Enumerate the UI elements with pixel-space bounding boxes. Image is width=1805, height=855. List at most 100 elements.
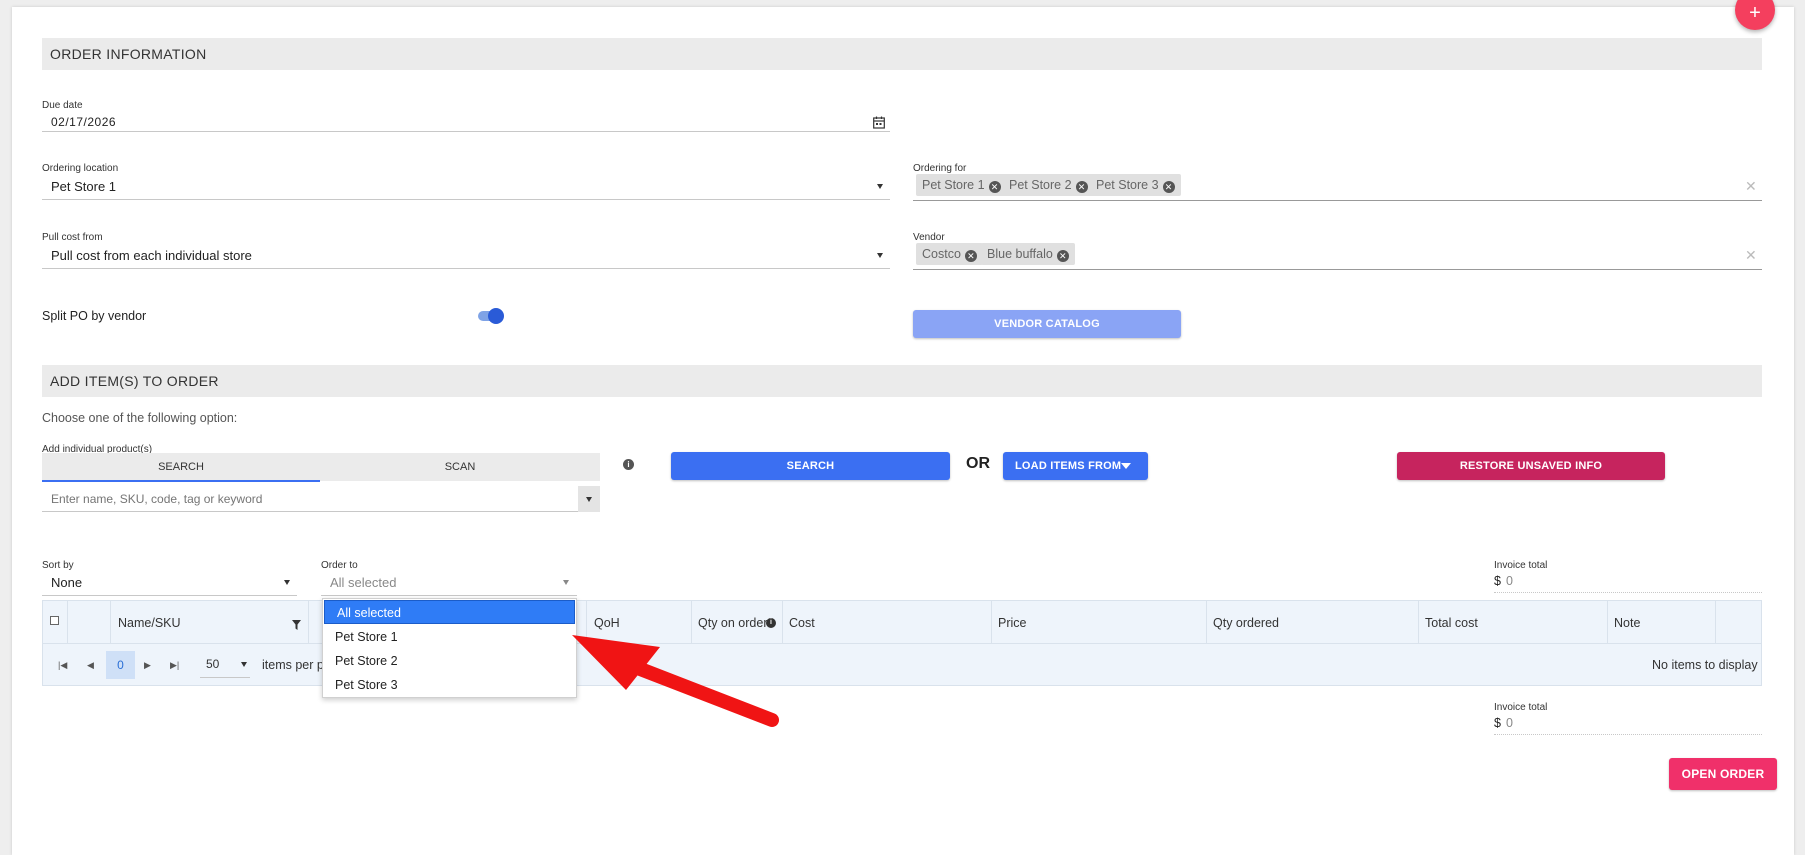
ordering-location-underline bbox=[42, 199, 890, 200]
tab-search-indicator bbox=[42, 480, 320, 482]
prev-page-icon[interactable]: ◀ bbox=[87, 660, 94, 671]
ordering-for-underline bbox=[913, 200, 1762, 201]
order-form-card bbox=[12, 7, 1794, 855]
page-size-underline bbox=[200, 677, 250, 678]
column-header-cost[interactable]: Cost bbox=[789, 616, 815, 630]
chevron-down-icon[interactable] bbox=[563, 580, 569, 585]
sort-by-label: Sort by bbox=[42, 560, 74, 571]
load-items-from-button[interactable]: LOAD ITEMS FROM bbox=[1003, 452, 1148, 480]
add-items-header: ADD ITEM(S) TO ORDER bbox=[42, 365, 1762, 397]
choose-option-text: Choose one of the following option: bbox=[42, 411, 238, 425]
chevron-down-icon[interactable] bbox=[877, 253, 883, 258]
open-order-button[interactable]: OPEN ORDER bbox=[1669, 758, 1777, 790]
dropdown-option-all-selected[interactable]: All selected bbox=[324, 600, 575, 624]
invoice-total-value: 0 bbox=[1506, 574, 1513, 588]
filter-icon[interactable] bbox=[292, 620, 301, 630]
vendor-label: Vendor bbox=[913, 232, 945, 243]
order-to-label: Order to bbox=[321, 560, 358, 571]
split-po-toggle[interactable] bbox=[478, 308, 504, 324]
column-header-price[interactable]: Price bbox=[998, 616, 1026, 630]
column-header-qty-ordered[interactable]: Qty ordered bbox=[1213, 616, 1279, 630]
pull-cost-select[interactable]: Pull cost from each individual store bbox=[51, 248, 252, 263]
invoice-total-currency: $ bbox=[1494, 574, 1501, 588]
order-information-header: ORDER INFORMATION bbox=[42, 38, 1762, 70]
empty-grid-text: No items to display bbox=[1652, 658, 1758, 672]
current-page-button[interactable]: 0 bbox=[106, 651, 135, 679]
next-page-icon[interactable]: ▶ bbox=[144, 660, 151, 671]
page-size-select[interactable]: 50 bbox=[206, 657, 219, 671]
remove-chip-icon[interactable]: ✕ bbox=[1075, 181, 1088, 193]
or-text: OR bbox=[966, 455, 990, 472]
column-divider bbox=[1715, 601, 1716, 643]
dropdown-option-pet-store-1[interactable]: Pet Store 1 bbox=[323, 625, 576, 649]
order-to-dropdown: All selected Pet Store 1 Pet Store 2 Pet… bbox=[322, 598, 577, 698]
last-page-icon[interactable]: ▶| bbox=[170, 660, 179, 671]
column-header-total-cost[interactable]: Total cost bbox=[1425, 616, 1478, 630]
invoice-total-underline bbox=[1494, 592, 1762, 593]
chip-pet-store-3: Pet Store 3 ✕ bbox=[1090, 174, 1181, 196]
due-date-label: Due date bbox=[42, 100, 83, 111]
sort-by-underline bbox=[42, 595, 297, 596]
product-search-input[interactable] bbox=[42, 487, 578, 512]
chip-pet-store-1: Pet Store 1 ✕ bbox=[916, 174, 1007, 196]
column-divider bbox=[110, 601, 111, 643]
chip-costco: Costco ✕ bbox=[916, 243, 983, 265]
footer-invoice-total-underline bbox=[1494, 734, 1762, 735]
due-date-input[interactable]: 02/17/2026 bbox=[51, 115, 116, 129]
remove-chip-icon[interactable]: ✕ bbox=[964, 250, 977, 262]
column-divider bbox=[67, 601, 68, 643]
chevron-down-icon[interactable] bbox=[284, 580, 290, 585]
chevron-down-icon[interactable] bbox=[241, 662, 247, 667]
search-dropdown-toggle[interactable] bbox=[578, 486, 600, 512]
column-divider bbox=[1607, 601, 1608, 643]
section-title: ADD ITEM(S) TO ORDER bbox=[50, 373, 219, 389]
order-to-underline bbox=[321, 595, 577, 596]
pull-cost-underline bbox=[42, 268, 890, 269]
chevron-down-icon bbox=[586, 497, 592, 502]
ordering-location-select[interactable]: Pet Store 1 bbox=[51, 179, 116, 194]
ordering-for-label: Ordering for bbox=[913, 163, 967, 174]
vendor-underline bbox=[913, 269, 1762, 270]
pull-cost-label: Pull cost from bbox=[42, 232, 103, 243]
column-header-note[interactable]: Note bbox=[1614, 616, 1640, 630]
remove-chip-icon[interactable]: ✕ bbox=[1162, 181, 1175, 193]
ordering-location-label: Ordering location bbox=[42, 163, 119, 174]
restore-unsaved-info-button[interactable]: RESTORE UNSAVED INFO bbox=[1397, 452, 1665, 480]
due-date-underline bbox=[42, 131, 890, 132]
select-all-checkbox[interactable] bbox=[50, 616, 59, 625]
column-divider bbox=[1206, 601, 1207, 643]
plus-icon: + bbox=[1749, 2, 1761, 24]
tab-scan[interactable]: SCAN bbox=[320, 453, 600, 481]
column-divider bbox=[1418, 601, 1419, 643]
footer-invoice-total-label: Invoice total bbox=[1494, 702, 1548, 713]
order-to-select[interactable]: All selected bbox=[330, 575, 396, 590]
search-button[interactable]: SEARCH bbox=[671, 452, 950, 480]
grid-header-divider bbox=[43, 643, 1761, 644]
chip-blue-buffalo: Blue buffalo ✕ bbox=[981, 243, 1075, 265]
first-page-icon[interactable]: |◀ bbox=[58, 660, 67, 671]
items-per-page-text: items per p bbox=[262, 658, 324, 672]
vendor-catalog-button[interactable]: VENDOR CATALOG bbox=[913, 310, 1181, 338]
info-icon[interactable]: i bbox=[623, 459, 634, 470]
close-icon[interactable]: ✕ bbox=[1745, 247, 1757, 264]
sort-by-select[interactable]: None bbox=[51, 575, 82, 590]
items-grid: Name/SKU QoH Qty on order i Cost Price Q… bbox=[42, 600, 1762, 686]
remove-chip-icon[interactable]: ✕ bbox=[988, 181, 1001, 193]
dropdown-option-pet-store-2[interactable]: Pet Store 2 bbox=[323, 649, 576, 673]
chip-pet-store-2: Pet Store 2 ✕ bbox=[1003, 174, 1094, 196]
column-header-name-sku[interactable]: Name/SKU bbox=[118, 616, 181, 630]
footer-invoice-total-value: 0 bbox=[1506, 716, 1513, 730]
chevron-down-icon[interactable] bbox=[877, 184, 883, 189]
dropdown-option-pet-store-3[interactable]: Pet Store 3 bbox=[323, 673, 576, 697]
annotation-arrow bbox=[572, 635, 779, 727]
column-divider bbox=[308, 601, 309, 643]
remove-chip-icon[interactable]: ✕ bbox=[1056, 250, 1069, 262]
calendar-icon[interactable] bbox=[873, 116, 885, 129]
chevron-down-icon bbox=[1121, 463, 1131, 469]
toggle-knob bbox=[488, 308, 504, 324]
split-po-label: Split PO by vendor bbox=[42, 309, 147, 323]
invoice-total-label: Invoice total bbox=[1494, 560, 1548, 571]
close-icon[interactable]: ✕ bbox=[1745, 178, 1757, 195]
tab-search[interactable]: SEARCH bbox=[42, 453, 320, 481]
footer-invoice-total-currency: $ bbox=[1494, 716, 1501, 730]
